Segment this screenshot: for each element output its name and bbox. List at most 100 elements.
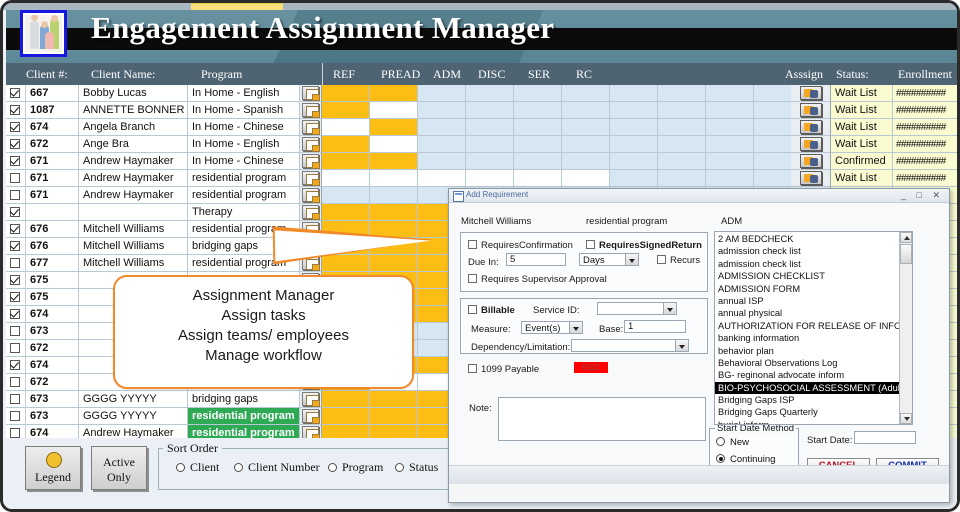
assign-button[interactable]: [791, 85, 831, 102]
cell-phase[interactable]: [562, 136, 610, 153]
payable-1099-checkbox[interactable]: [468, 364, 477, 373]
cell-phase[interactable]: [562, 85, 610, 102]
assign-button[interactable]: [791, 119, 831, 136]
requirement-list-item[interactable]: 2 AM BEDCHECK: [715, 233, 899, 245]
requirement-list-item[interactable]: admission check list: [715, 245, 899, 257]
table-row[interactable]: 1087 ANNETTE BONNER In Home - Spanish Wait …: [6, 102, 957, 119]
row-detail-button[interactable]: [300, 85, 322, 102]
supervisor-approval-checkbox[interactable]: [468, 274, 477, 283]
table-row[interactable]: 667 Bobby Lucas In Home - English Wait List…: [6, 85, 957, 102]
cell-phase[interactable]: [466, 85, 514, 102]
requirement-list-item[interactable]: AUTHORIZATION FOR RELEASE OF INFORMATION: [715, 320, 912, 332]
cell-phase[interactable]: [514, 136, 562, 153]
requirement-list-item[interactable]: burial inform: [715, 419, 899, 424]
cell-phase[interactable]: [514, 102, 562, 119]
requirement-list-item[interactable]: Behavioral Observations Log: [715, 357, 899, 369]
cell-phase[interactable]: [418, 119, 466, 136]
cell-phase[interactable]: [322, 408, 370, 425]
cell-phase[interactable]: [658, 136, 706, 153]
cell-phase[interactable]: [706, 85, 754, 102]
requires-confirmation-checkbox[interactable]: [468, 240, 477, 249]
cell-phase[interactable]: [610, 119, 658, 136]
requirement-list-item[interactable]: banking information: [715, 332, 899, 344]
cell-phase[interactable]: [370, 119, 418, 136]
chevron-down-icon[interactable]: [569, 322, 582, 333]
row-detail-button[interactable]: [300, 204, 322, 221]
assign-button[interactable]: [791, 153, 831, 170]
cell-phase[interactable]: [418, 102, 466, 119]
cell-phase[interactable]: [562, 119, 610, 136]
cell-phase[interactable]: [610, 170, 658, 187]
cell-phase[interactable]: [658, 102, 706, 119]
requirement-list-item[interactable]: Bridging Gaps ISP: [715, 394, 899, 406]
row-select-checkbox[interactable]: [6, 238, 26, 255]
cell-phase[interactable]: [370, 187, 418, 204]
cell-phase[interactable]: [322, 170, 370, 187]
cell-phase[interactable]: [370, 85, 418, 102]
row-detail-button[interactable]: [300, 170, 322, 187]
cell-phase[interactable]: [514, 170, 562, 187]
cell-phase[interactable]: [658, 85, 706, 102]
cell-phase[interactable]: [466, 153, 514, 170]
row-select-checkbox[interactable]: [6, 289, 26, 306]
row-select-checkbox[interactable]: [6, 119, 26, 136]
start-method-new[interactable]: New: [716, 437, 749, 448]
chevron-down-icon[interactable]: [625, 254, 638, 265]
service-id-select[interactable]: [597, 302, 677, 315]
recurs-checkbox[interactable]: [657, 255, 666, 264]
cell-phase[interactable]: [514, 153, 562, 170]
cell-phase[interactable]: [610, 153, 658, 170]
cell-phase[interactable]: [466, 102, 514, 119]
row-select-checkbox[interactable]: [6, 136, 26, 153]
active-only-button[interactable]: Active Only: [91, 446, 147, 490]
cell-phase[interactable]: [658, 153, 706, 170]
assign-button[interactable]: [791, 136, 831, 153]
due-in-input[interactable]: [506, 253, 566, 266]
cell-phase[interactable]: [322, 119, 370, 136]
cell-phase[interactable]: [322, 153, 370, 170]
row-select-checkbox[interactable]: [6, 187, 26, 204]
cell-phase[interactable]: [322, 85, 370, 102]
cell-phase[interactable]: [658, 119, 706, 136]
cell-phase[interactable]: [514, 119, 562, 136]
row-select-checkbox[interactable]: [6, 357, 26, 374]
row-select-checkbox[interactable]: [6, 340, 26, 357]
row-select-checkbox[interactable]: [6, 408, 26, 425]
cell-phase[interactable]: [562, 102, 610, 119]
row-select-checkbox[interactable]: [6, 391, 26, 408]
dialog-titlebar[interactable]: Add Requirement _ □ ✕: [449, 189, 949, 203]
requirement-list-item[interactable]: admission check list: [715, 258, 899, 270]
chevron-down-icon[interactable]: [675, 340, 688, 351]
requirement-list-item[interactable]: annual physical: [715, 307, 899, 319]
row-detail-button[interactable]: [300, 102, 322, 119]
cell-phase[interactable]: [370, 153, 418, 170]
requirements-listbox[interactable]: 2 AM BEDCHECK admission check list admissi…: [714, 231, 913, 425]
requirement-list-item[interactable]: behavior plan: [715, 345, 899, 357]
row-detail-button[interactable]: [300, 187, 322, 204]
cell-phase[interactable]: [370, 136, 418, 153]
start-method-continuing[interactable]: Continuing: [716, 454, 775, 465]
start-date-input[interactable]: [854, 431, 916, 444]
requirement-list-item[interactable]: ADMISSION CHECKLIST: [715, 270, 899, 282]
cell-phase[interactable]: [706, 153, 754, 170]
row-select-checkbox[interactable]: [6, 255, 26, 272]
table-row[interactable]: 674 Angela Branch In Home - Chinese Wait Li…: [6, 119, 957, 136]
cell-phase[interactable]: [370, 102, 418, 119]
cell-phase[interactable]: [322, 204, 370, 221]
table-row[interactable]: 671 Andrew Haymaker residential program Wai…: [6, 170, 957, 187]
assign-button[interactable]: [791, 170, 831, 187]
requirement-list-item[interactable]: annual ISP: [715, 295, 899, 307]
cell-phase[interactable]: [466, 119, 514, 136]
cell-phase[interactable]: [466, 170, 514, 187]
dependency-select[interactable]: [571, 339, 689, 352]
row-select-checkbox[interactable]: [6, 221, 26, 238]
row-select-checkbox[interactable]: [6, 170, 26, 187]
cell-phase[interactable]: [466, 136, 514, 153]
table-row[interactable]: 671 Andrew Haymaker In Home - Chinese Confi…: [6, 153, 957, 170]
sort-radio-client[interactable]: Client: [176, 460, 219, 475]
cell-phase[interactable]: [370, 204, 418, 221]
cell-phase[interactable]: [706, 170, 754, 187]
row-select-checkbox[interactable]: [6, 204, 26, 221]
assign-button[interactable]: [791, 102, 831, 119]
active-tab-indicator[interactable]: [191, 3, 283, 10]
